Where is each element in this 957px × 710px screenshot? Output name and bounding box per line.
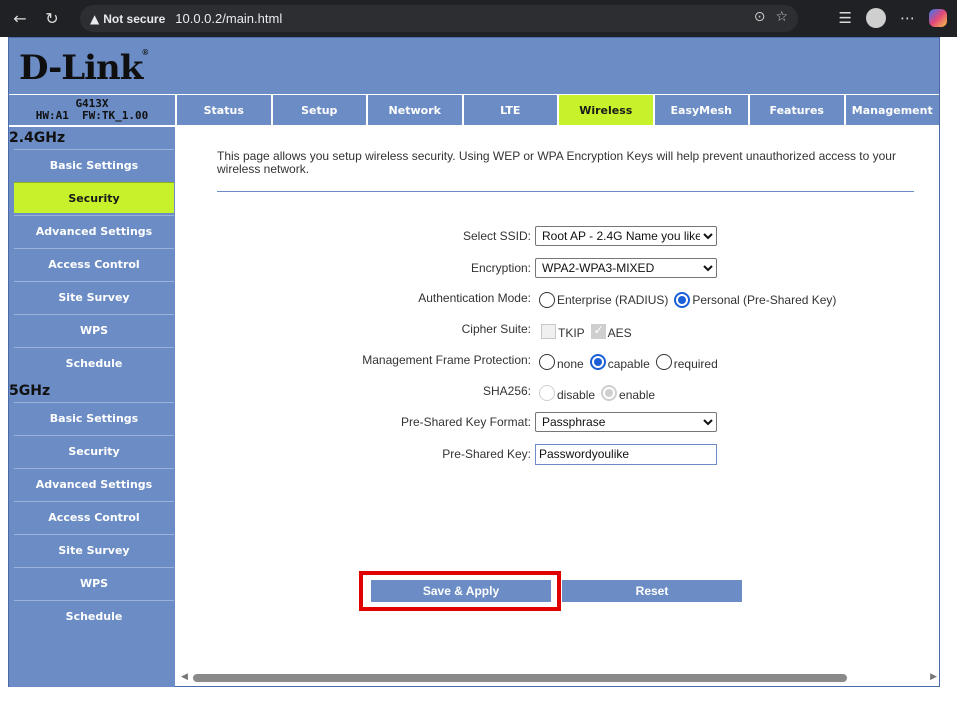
psk-label: Pre-Shared Key: [442,447,531,461]
sidebar: 2.4GHz Basic Settings Security Advanced … [9,127,175,687]
psk-format-row: Pre-Shared Key Format: Passphrase [177,412,939,432]
auth-mode-label: Authentication Mode: [418,291,531,305]
tab-status[interactable]: Status [177,95,271,125]
sidebar-item-5-schedule[interactable]: Schedule [14,600,174,631]
scroll-left-icon[interactable]: ◀ [181,672,188,682]
sidebar-item-24-access-control[interactable]: Access Control [14,248,174,279]
encryption-label: Encryption: [470,261,531,275]
mfp-none-label: none [557,357,584,371]
reset-button[interactable]: Reset [562,580,742,602]
sidebar-item-5-access-control[interactable]: Access Control [14,501,174,532]
sha256-label: SHA256: [482,384,531,398]
dlink-logo: D-Link® [19,48,148,88]
tab-network[interactable]: Network [368,95,462,125]
tab-setup[interactable]: Setup [272,95,366,125]
psk-format-label: Pre-Shared Key Format: [400,415,531,429]
favorites-list-icon[interactable]: ☰ [839,9,852,27]
favorite-star-icon[interactable]: ☆ [775,9,788,25]
ssid-label: Select SSID: [462,229,531,243]
auth-personal-label: Personal (Pre-Shared Key) [692,293,837,307]
mfp-capable-radio[interactable] [589,354,606,370]
router-page: D-Link® G413X HW:A1 FW:TK_1.00 Status Se… [8,37,940,687]
device-versions: HW:A1 FW:TK_1.00 [35,109,149,122]
mfp-row: Management Frame Protection: none capabl… [177,350,939,371]
psk-row: Pre-Shared Key: [177,443,939,465]
sidebar-item-24-wps[interactable]: WPS [14,314,174,345]
band-heading-24ghz: 2.4GHz [9,127,175,149]
sidebar-item-24-basic-settings[interactable]: Basic Settings [14,149,174,180]
sha256-enable-radio[interactable] [601,385,618,401]
sha256-disable-label: disable [557,388,596,402]
cipher-tkip-label: TKIP [558,326,585,340]
horizontal-scrollbar[interactable]: ◀ ▶ [177,672,939,684]
url-text[interactable]: 10.0.0.2/main.html [175,11,282,26]
cipher-suite-row: Cipher Suite: TKIP AES [177,319,939,340]
scrollbar-thumb[interactable] [193,674,847,682]
ssid-select[interactable]: Root AP - 2.4G Name you like [535,226,717,246]
encryption-row: Encryption: WPA2-WPA3-MIXED [177,258,939,278]
not-secure-label: Not secure [103,11,166,26]
auth-mode-row: Authentication Mode: Enterprise (RADIUS)… [177,288,939,308]
psk-input[interactable] [535,443,717,465]
sidebar-item-5-security[interactable]: Security [14,435,174,466]
device-info: G413X HW:A1 FW:TK_1.00 [9,95,175,125]
cipher-aes-label: AES [607,326,632,340]
tab-management[interactable]: Management [845,95,939,125]
sidebar-item-5-advanced-settings[interactable]: Advanced Settings [14,468,174,499]
encryption-select[interactable]: WPA2-WPA3-MIXED [535,258,717,278]
mfp-label: Management Frame Protection: [362,353,531,367]
page-description: This page allows you setup wireless secu… [217,149,896,176]
mfp-capable-label: capable [607,357,650,371]
sidebar-item-24-security[interactable]: Security [14,182,174,213]
mfp-required-label: required [673,357,718,371]
top-nav-tabs: Status Setup Network LTE Wireless EasyMe… [177,95,939,125]
auth-personal-radio[interactable] [674,292,691,308]
mfp-none-radio[interactable] [539,354,555,370]
mfp-required-radio[interactable] [655,354,672,370]
ssid-row: Select SSID: Root AP - 2.4G Name you lik… [177,226,939,246]
auth-enterprise-label: Enterprise (RADIUS) [557,293,669,307]
tab-easymesh[interactable]: EasyMesh [654,95,748,125]
sha256-enable-label: enable [619,388,656,402]
more-menu-icon[interactable]: ⋯ [900,9,915,27]
page-info-icon[interactable]: ⊙ [754,9,766,25]
copilot-icon[interactable] [929,9,947,27]
auth-enterprise-radio[interactable] [539,292,555,308]
sidebar-item-24-site-survey[interactable]: Site Survey [14,281,174,312]
tab-lte[interactable]: LTE [463,95,557,125]
cipher-tkip-checkbox[interactable] [541,323,556,339]
profile-avatar[interactable] [866,8,886,28]
cipher-suite-label: Cipher Suite: [461,322,531,336]
sidebar-item-24-schedule[interactable]: Schedule [14,347,174,378]
divider [217,191,914,192]
sidebar-item-24-advanced-settings[interactable]: Advanced Settings [14,215,174,246]
tab-wireless[interactable]: Wireless [559,95,653,125]
reload-icon[interactable]: ↻ [40,9,64,28]
save-apply-button[interactable]: Save & Apply [371,580,551,602]
scroll-right-icon[interactable]: ▶ [930,672,937,682]
sidebar-item-5-site-survey[interactable]: Site Survey [14,534,174,565]
cipher-aes-checkbox[interactable] [590,323,606,339]
sidebar-item-5-basic-settings[interactable]: Basic Settings [14,402,174,433]
sha256-row: SHA256: disable enable [177,381,939,402]
address-bar[interactable]: ▲ Not secure 10.0.0.2/main.html ⊙ ☆ [80,5,798,32]
tab-features[interactable]: Features [750,95,844,125]
page-header: D-Link® [9,38,939,94]
browser-toolbar: ← ↻ ▲ Not secure 10.0.0.2/main.html ⊙ ☆ … [0,0,957,37]
psk-format-select[interactable]: Passphrase [535,412,717,432]
sidebar-item-5-wps[interactable]: WPS [14,567,174,598]
sha256-disable-radio[interactable] [539,385,555,401]
back-icon[interactable]: ← [8,9,32,28]
band-heading-5ghz: 5GHz [9,380,175,402]
warning-icon: ▲ [90,11,100,26]
